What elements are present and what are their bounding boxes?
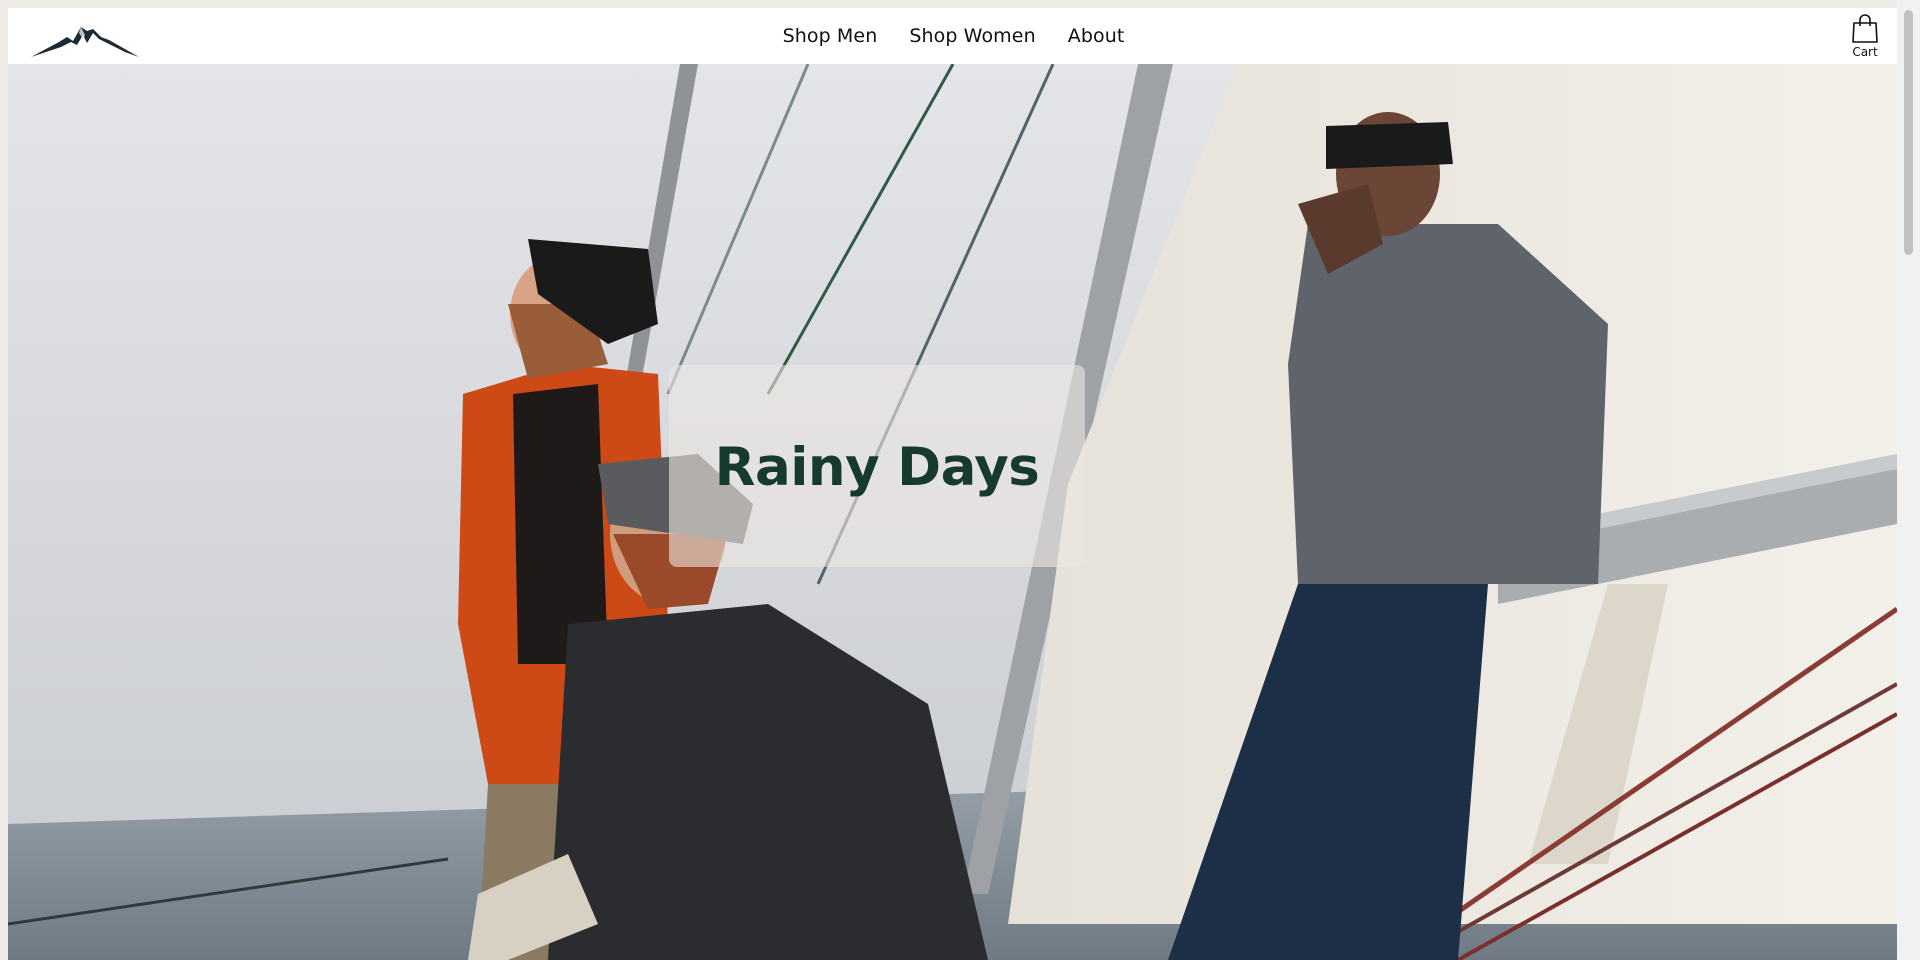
nav-about[interactable]: About [1068, 25, 1125, 47]
nav-shop-men[interactable]: Shop Men [783, 25, 878, 47]
scrollbar[interactable] [1897, 0, 1920, 960]
nav-shop-women[interactable]: Shop Women [909, 25, 1035, 47]
page: Shop Men Shop Women About Cart Rainy Day… [8, 8, 1897, 960]
hero-banner: Rainy Days [8, 64, 1897, 960]
hero-title: Rainy Days [714, 436, 1040, 498]
hero-title-panel: Rainy Days [669, 365, 1085, 567]
cart-button[interactable]: Cart [1845, 14, 1885, 60]
shopping-bag-icon [1852, 14, 1878, 43]
scrollbar-thumb[interactable] [1904, 10, 1913, 255]
navbar: Shop Men Shop Women About Cart [8, 8, 1897, 64]
main-nav: Shop Men Shop Women About [8, 8, 1897, 64]
cart-label: Cart [1852, 45, 1878, 59]
